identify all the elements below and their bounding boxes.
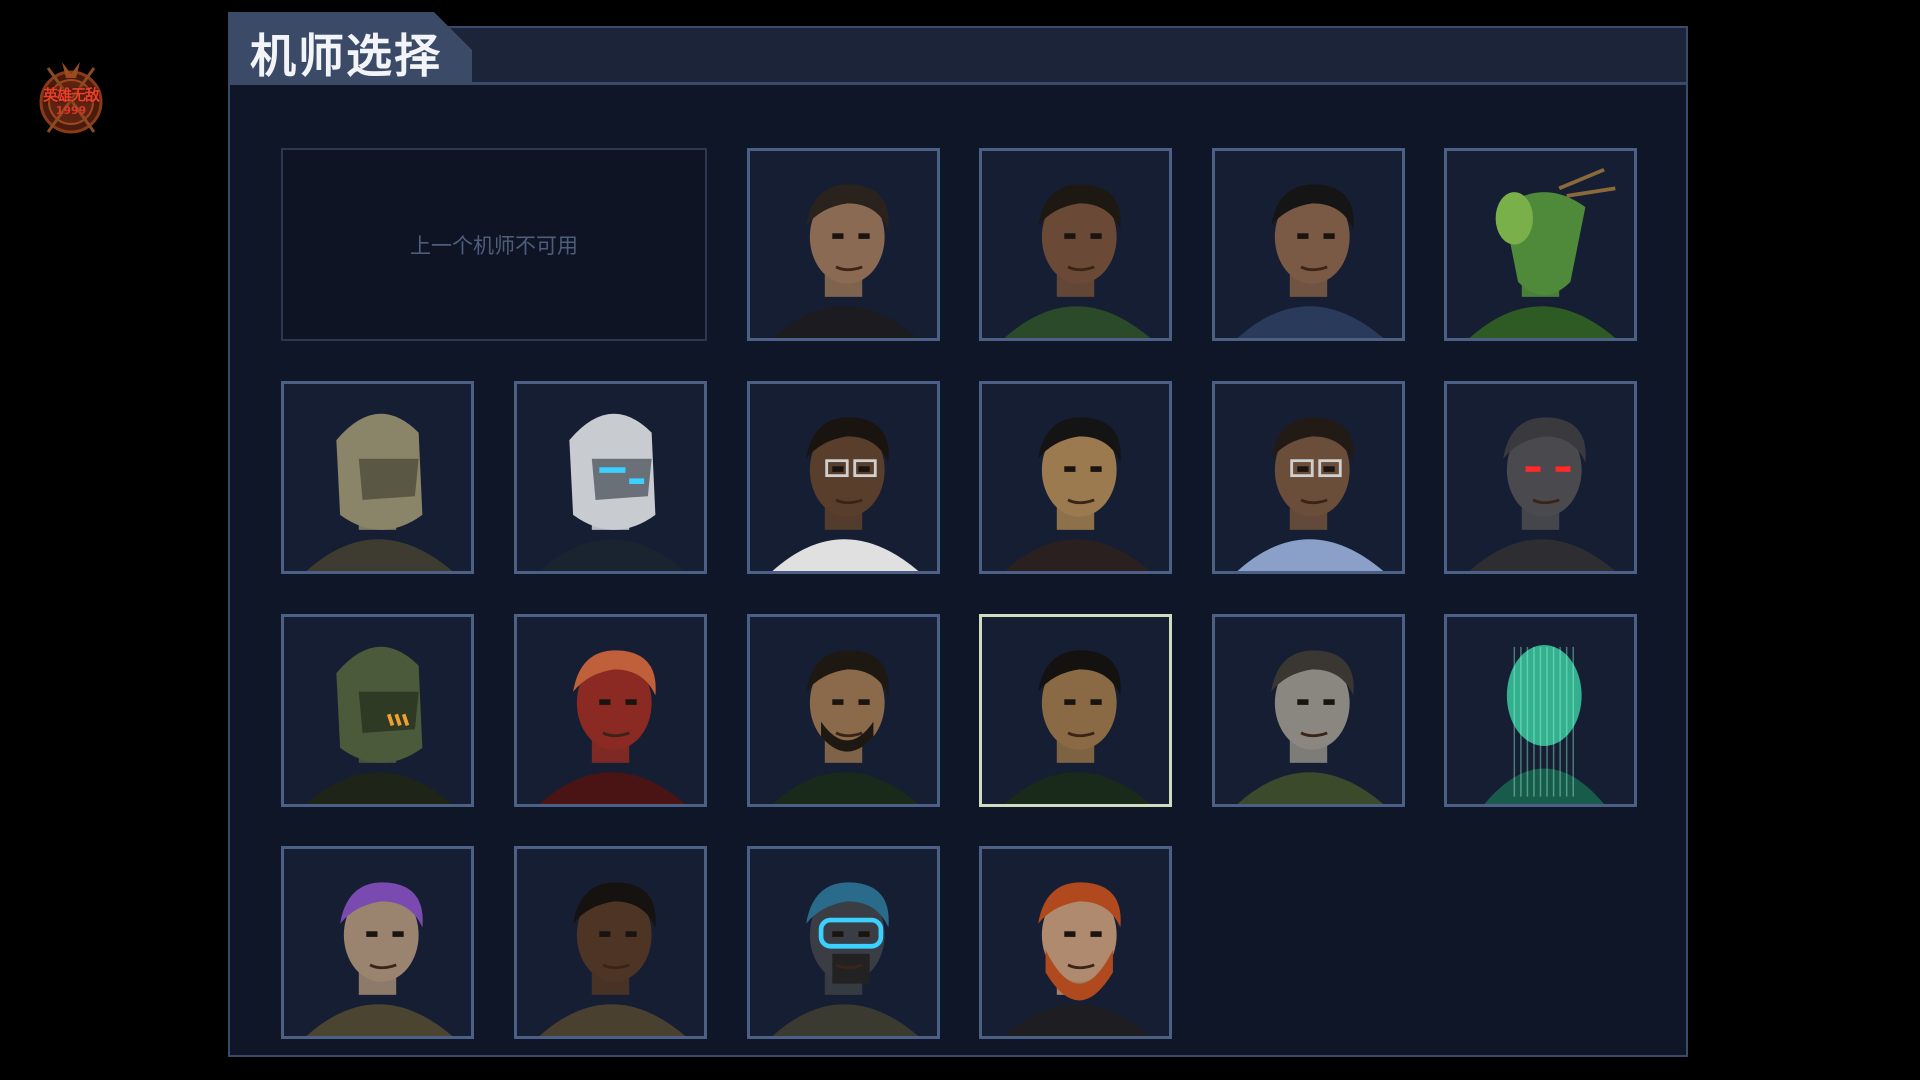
stone-golem-red-eyes-portrait-icon bbox=[1447, 384, 1634, 571]
red-bearded-man-portrait-icon bbox=[982, 849, 1169, 1036]
pilot-slot[interactable] bbox=[979, 846, 1172, 1039]
purple-mohawk-portrait-icon bbox=[284, 849, 471, 1036]
dark-curly-hair-woman-portrait-icon bbox=[517, 849, 704, 1036]
elderly-man-portrait-icon bbox=[1215, 617, 1402, 804]
green-hologram-portrait-icon bbox=[1447, 617, 1634, 804]
smiling-man-portrait-icon bbox=[982, 384, 1169, 571]
pilot-slot[interactable] bbox=[1444, 148, 1637, 341]
pilot-slot[interactable] bbox=[747, 614, 940, 807]
woman-glasses-portrait-icon bbox=[1215, 384, 1402, 571]
red-armored-helmet-portrait-icon bbox=[517, 617, 704, 804]
curly-haired-youth-portrait-icon bbox=[1215, 151, 1402, 338]
bearded-scarred-man-portrait-icon bbox=[750, 617, 937, 804]
pilot-slot[interactable] bbox=[514, 846, 707, 1039]
logo-title: 英雄无敌 bbox=[42, 86, 100, 104]
unavailable-label: 上一个机师不可用 bbox=[410, 233, 578, 258]
pilot-slot[interactable] bbox=[1212, 381, 1405, 574]
young-woman-portrait-icon bbox=[982, 151, 1169, 338]
older-man-stubble-portrait-icon bbox=[750, 151, 937, 338]
pilot-slot[interactable] bbox=[1212, 614, 1405, 807]
pilot-slot[interactable] bbox=[1444, 614, 1637, 807]
tan-helmet-portrait-icon bbox=[284, 384, 471, 571]
previous-pilot-unavailable-slot: 上一个机师不可用 bbox=[281, 148, 707, 341]
pilot-slot[interactable] bbox=[747, 148, 940, 341]
pilot-slot[interactable] bbox=[747, 846, 940, 1039]
logo-year: 1999 bbox=[55, 104, 87, 117]
pilot-slot[interactable] bbox=[1212, 148, 1405, 341]
cyber-mask-goggles-portrait-icon bbox=[750, 849, 937, 1036]
white-cyan-helmet-portrait-icon bbox=[517, 384, 704, 571]
man-glasses-portrait-icon bbox=[750, 384, 937, 571]
pilot-slot[interactable] bbox=[281, 381, 474, 574]
green-insect-helmet-portrait-icon bbox=[284, 617, 471, 804]
pilot-slot[interactable] bbox=[747, 381, 940, 574]
page-title: 机师选择 bbox=[250, 29, 442, 83]
pilot-slot[interactable] bbox=[281, 846, 474, 1039]
pilot-slot[interactable] bbox=[979, 614, 1172, 807]
smiling-woman-portrait-icon bbox=[982, 617, 1169, 804]
pilot-slot[interactable] bbox=[514, 381, 707, 574]
pilot-slot[interactable] bbox=[1444, 381, 1637, 574]
pilot-slot[interactable] bbox=[281, 614, 474, 807]
pilot-slot[interactable] bbox=[979, 381, 1172, 574]
pilot-slot[interactable] bbox=[979, 148, 1172, 341]
mantis-alien-portrait-icon bbox=[1447, 151, 1634, 338]
pilot-slot[interactable] bbox=[514, 614, 707, 807]
game-logo: 英雄无敌 1999 bbox=[28, 58, 114, 138]
